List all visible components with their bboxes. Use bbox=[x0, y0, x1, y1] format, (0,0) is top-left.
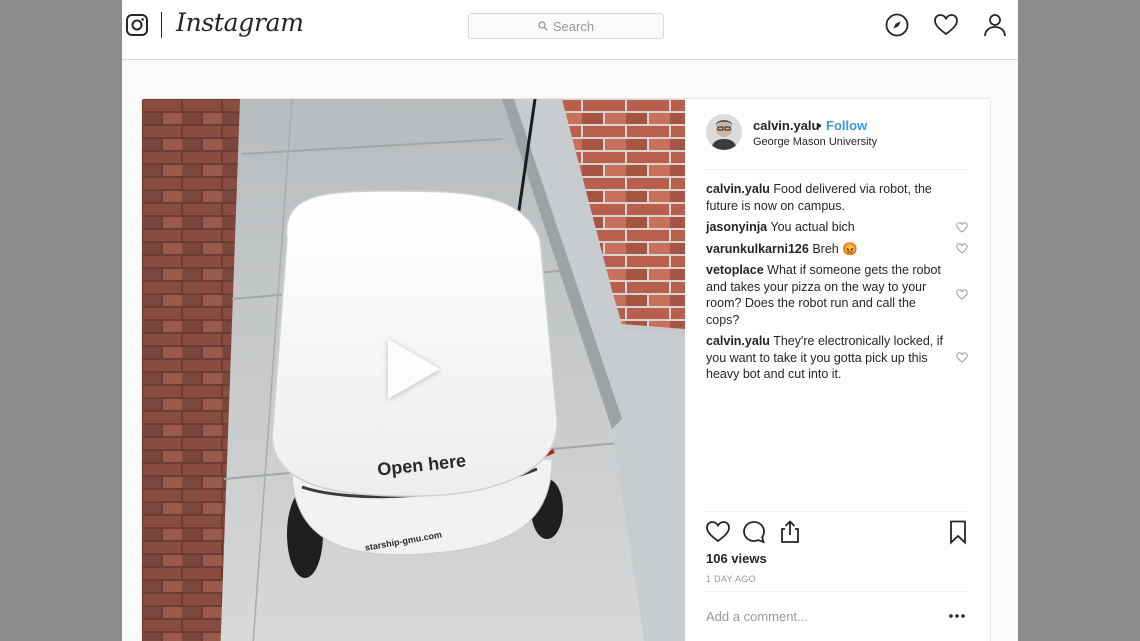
comment-list: calvin.yalu Food delivered via robot, th… bbox=[706, 181, 946, 388]
more-options-icon[interactable] bbox=[947, 611, 967, 621]
search-icon bbox=[538, 21, 548, 31]
instagram-page: Instagram Search Open here starship-gmu.… bbox=[122, 0, 1018, 641]
comment-like-heart-icon[interactable] bbox=[956, 243, 968, 254]
play-icon[interactable] bbox=[388, 339, 440, 399]
comment-username[interactable]: calvin.yalu bbox=[706, 182, 770, 196]
view-count[interactable]: 106 views bbox=[706, 551, 767, 566]
follow-button[interactable]: Follow bbox=[826, 118, 867, 133]
comment-username[interactable]: jasonyinja bbox=[706, 220, 767, 234]
heart-icon[interactable] bbox=[933, 12, 959, 38]
search-placeholder: Search bbox=[552, 18, 595, 34]
avatar-image bbox=[706, 114, 742, 150]
post-author-username[interactable]: calvin.yalu bbox=[753, 118, 819, 133]
avatar[interactable] bbox=[706, 114, 742, 150]
comment-item: vetoplace What if someone gets the robot… bbox=[706, 262, 946, 328]
search-input[interactable]: Search bbox=[468, 13, 664, 39]
comment-item: calvin.yalu Food delivered via robot, th… bbox=[706, 181, 946, 214]
comment-like-heart-icon[interactable] bbox=[956, 289, 968, 300]
post-location[interactable]: George Mason University bbox=[753, 136, 877, 148]
top-navigation-bar: Instagram Search bbox=[122, 0, 1018, 60]
instagram-glyph-icon[interactable] bbox=[126, 14, 148, 36]
comment-item: varunkulkarni126 Breh 😡 bbox=[706, 241, 946, 258]
comment-bubble-icon[interactable] bbox=[741, 519, 767, 545]
angry-face-emoji: 😡 bbox=[842, 241, 858, 256]
add-comment-divider bbox=[706, 591, 969, 592]
comment-item: jasonyinja You actual bich bbox=[706, 219, 946, 236]
comment-like-heart-icon[interactable] bbox=[956, 222, 968, 233]
comment-text: You actual bich bbox=[770, 220, 855, 234]
comment-like-heart-icon[interactable] bbox=[956, 352, 968, 363]
instagram-logo[interactable]: Instagram bbox=[176, 8, 304, 37]
share-icon[interactable] bbox=[777, 519, 803, 545]
comment-username[interactable]: vetoplace bbox=[706, 263, 764, 277]
header-divider bbox=[706, 169, 969, 170]
post-sidebar: calvin.yalu • Follow George Mason Univer… bbox=[685, 99, 990, 641]
brand-divider bbox=[161, 12, 162, 38]
bookmark-icon[interactable] bbox=[945, 519, 971, 545]
comment-username[interactable]: varunkulkarni126 bbox=[706, 242, 809, 256]
profile-icon[interactable] bbox=[982, 12, 1008, 38]
post-timestamp[interactable]: 1 DAY AGO bbox=[706, 574, 756, 584]
add-comment-input[interactable]: Add a comment... bbox=[706, 609, 808, 624]
compass-icon[interactable] bbox=[884, 12, 910, 38]
post-video[interactable]: Open here starship-gmu.com bbox=[142, 99, 685, 641]
actions-divider bbox=[706, 511, 969, 512]
like-heart-icon[interactable] bbox=[705, 519, 731, 545]
comment-username[interactable]: calvin.yalu bbox=[706, 334, 770, 348]
comment-item: calvin.yalu They're electronically locke… bbox=[706, 333, 946, 383]
header-separator-dot: • bbox=[817, 118, 822, 133]
comment-text: Breh bbox=[812, 241, 839, 256]
post-card: Open here starship-gmu.com calvin.yalu •… bbox=[141, 98, 991, 641]
